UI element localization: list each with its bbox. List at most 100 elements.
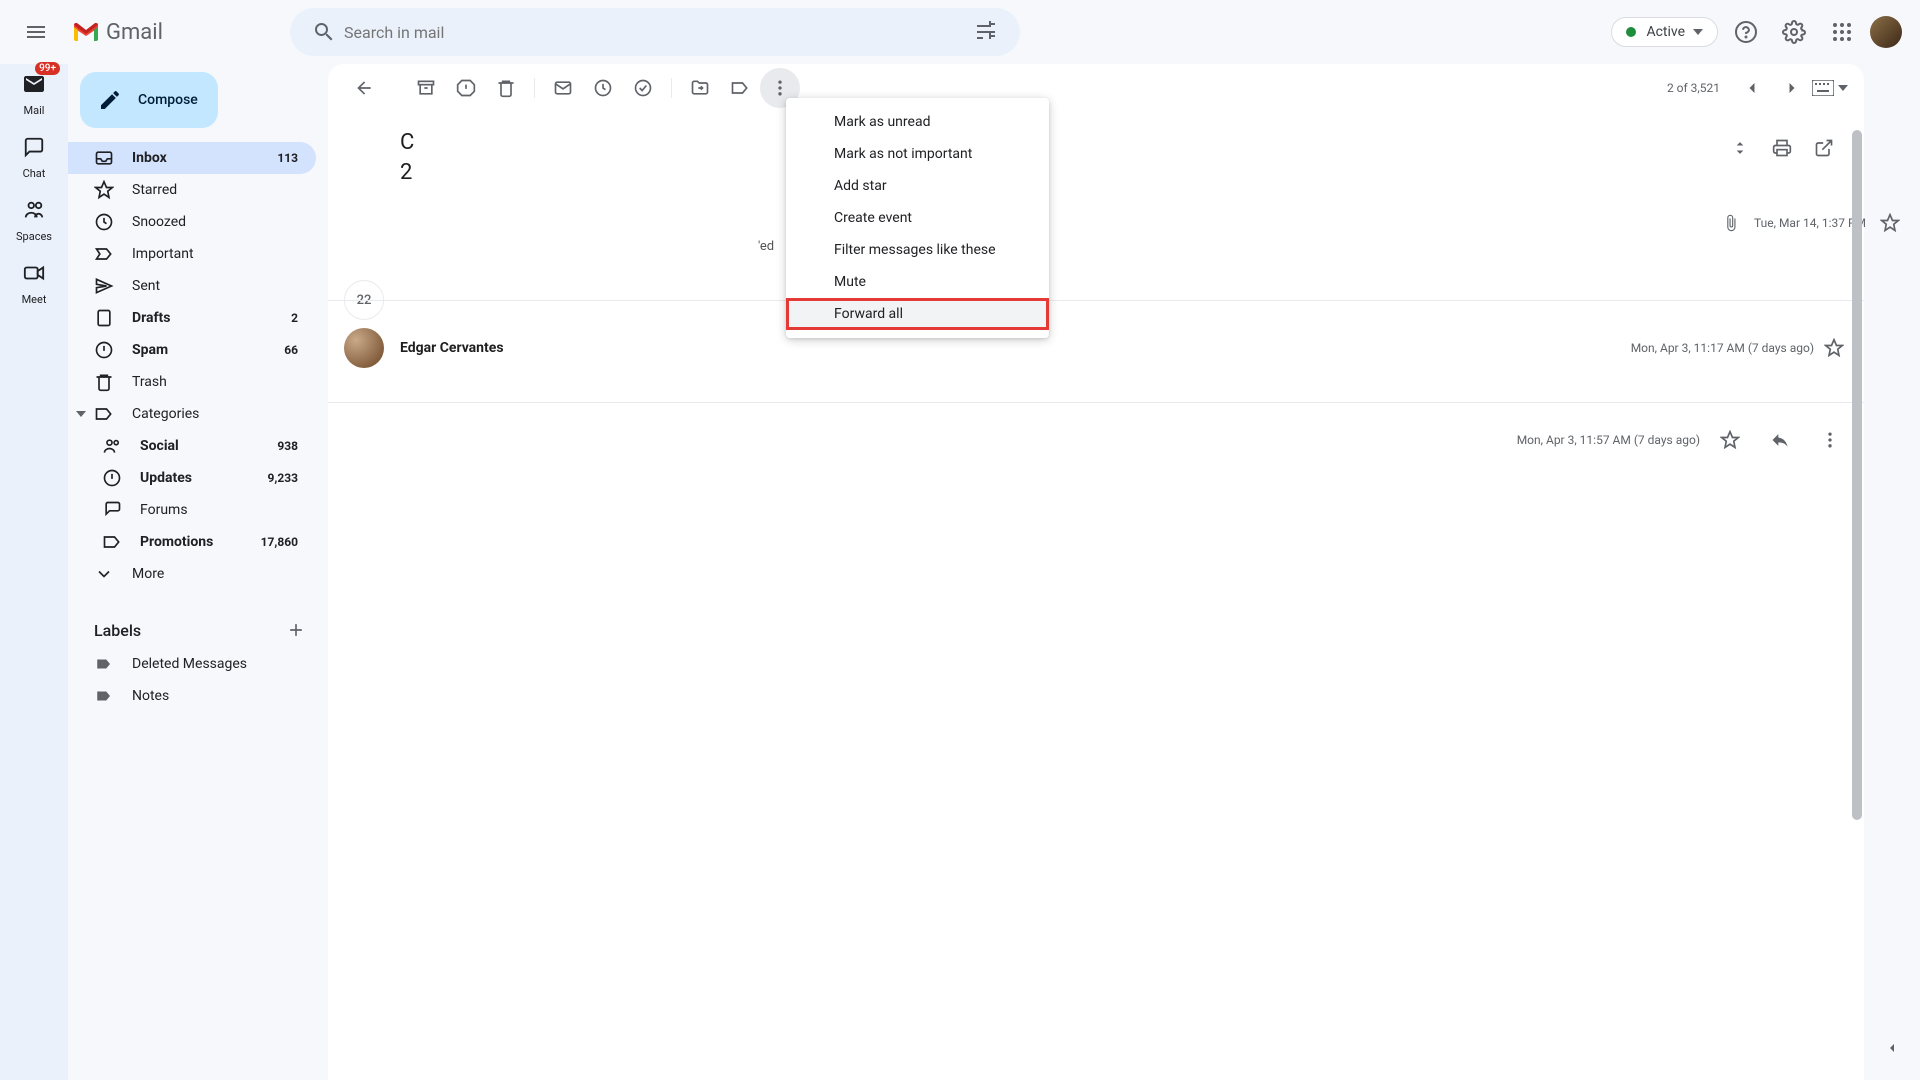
status-label: Active bbox=[1646, 24, 1685, 40]
rail-chat[interactable]: Chat bbox=[6, 131, 62, 180]
rail-mail[interactable]: 99+ Mail bbox=[6, 68, 62, 117]
menu-forward-all[interactable]: Forward all bbox=[786, 298, 1049, 330]
prev-button[interactable] bbox=[1732, 68, 1772, 108]
settings-button[interactable] bbox=[1774, 12, 1814, 52]
apps-grid-icon bbox=[1830, 20, 1854, 44]
gmail-logo-icon bbox=[72, 21, 100, 43]
chevron-left-icon bbox=[1742, 78, 1762, 98]
nav-important[interactable]: Important bbox=[68, 238, 316, 270]
search-icon[interactable] bbox=[304, 12, 344, 52]
status-pill[interactable]: Active bbox=[1611, 17, 1718, 47]
sender-name: Edgar Cervantes bbox=[400, 340, 504, 356]
more-vert-icon bbox=[770, 78, 790, 98]
sender-avatar bbox=[344, 328, 384, 368]
label-button[interactable] bbox=[720, 68, 760, 108]
report-spam-icon bbox=[456, 78, 476, 98]
chevron-right-icon bbox=[1782, 78, 1802, 98]
attachment-icon bbox=[1722, 214, 1740, 232]
archive-icon bbox=[416, 78, 436, 98]
nav-forums[interactable]: Forums bbox=[68, 494, 316, 526]
label-icon bbox=[730, 78, 750, 98]
side-panel-toggle[interactable] bbox=[1878, 1034, 1906, 1062]
labels-heading: Labels bbox=[94, 621, 141, 640]
star-button[interactable] bbox=[1710, 420, 1750, 460]
gmail-logo[interactable]: Gmail bbox=[72, 20, 290, 45]
gear-icon bbox=[1782, 20, 1806, 44]
input-tool-button[interactable] bbox=[1812, 80, 1848, 96]
apps-button[interactable] bbox=[1822, 12, 1862, 52]
scrollbar[interactable] bbox=[1852, 130, 1862, 820]
print-button[interactable] bbox=[1762, 128, 1802, 168]
nav-snoozed[interactable]: Snoozed bbox=[68, 206, 316, 238]
rail-meet[interactable]: Meet bbox=[6, 257, 62, 306]
message-row[interactable]: Edgar Cervantes Mon, Apr 3, 11:17 AM (7 … bbox=[344, 328, 1864, 368]
status-dot-icon bbox=[1626, 27, 1636, 37]
add-label-button[interactable] bbox=[280, 614, 312, 646]
move-folder-icon bbox=[690, 78, 710, 98]
search-bar[interactable] bbox=[290, 8, 1020, 56]
menu-mark-as-not-important[interactable]: Mark as not important bbox=[786, 138, 1049, 170]
spam-button[interactable] bbox=[446, 68, 486, 108]
nav-drafts[interactable]: Drafts2 bbox=[68, 302, 316, 334]
open-window-button[interactable] bbox=[1804, 128, 1844, 168]
add-task-button[interactable] bbox=[623, 68, 663, 108]
caret-down-icon bbox=[1693, 29, 1703, 35]
label-notes[interactable]: Notes bbox=[68, 680, 316, 712]
archive-button[interactable] bbox=[406, 68, 446, 108]
menu-mark-as-unread[interactable]: Mark as unread bbox=[786, 106, 1049, 138]
more-actions-menu: Mark as unreadMark as not importantAdd s… bbox=[786, 98, 1049, 338]
nav-spam[interactable]: Spam66 bbox=[68, 334, 316, 366]
nav-promotions[interactable]: Promotions17,860 bbox=[68, 526, 316, 558]
reply-icon bbox=[1770, 430, 1790, 450]
subject-text: Cxxxxxxxxxxxxxxxxxxxxxxxxxxxxxxxxxxxxxxx… bbox=[400, 128, 1720, 187]
move-button[interactable] bbox=[680, 68, 720, 108]
support-button[interactable] bbox=[1726, 12, 1766, 52]
nav-trash[interactable]: Trash bbox=[68, 366, 316, 398]
tune-icon bbox=[974, 20, 998, 44]
nav-social[interactable]: Social938 bbox=[68, 430, 316, 462]
chat-icon bbox=[23, 136, 45, 158]
search-options-button[interactable] bbox=[966, 12, 1006, 52]
keyboard-icon bbox=[1812, 80, 1834, 96]
nav-categories[interactable]: Categories bbox=[68, 398, 316, 430]
nav-updates[interactable]: Updates9,233 bbox=[68, 462, 316, 494]
search-input[interactable] bbox=[344, 23, 966, 42]
mail-badge: 99+ bbox=[35, 62, 60, 75]
reply-button[interactable] bbox=[1760, 420, 1800, 460]
help-icon bbox=[1734, 20, 1758, 44]
snooze-button[interactable] bbox=[583, 68, 623, 108]
nav-starred[interactable]: Starred bbox=[68, 174, 316, 206]
menu-create-event[interactable]: Create event bbox=[786, 202, 1049, 234]
gmail-brand-text: Gmail bbox=[106, 20, 163, 45]
trash-icon bbox=[496, 78, 516, 98]
open-new-icon bbox=[1814, 138, 1834, 158]
chevron-left-icon bbox=[1884, 1040, 1900, 1056]
print-icon bbox=[1772, 138, 1792, 158]
mark-unread-button[interactable] bbox=[543, 68, 583, 108]
rail-spaces[interactable]: Spaces bbox=[6, 194, 62, 243]
clock-icon bbox=[593, 78, 613, 98]
label-deleted-messages[interactable]: Deleted Messages bbox=[68, 648, 316, 680]
menu-mute[interactable]: Mute bbox=[786, 266, 1049, 298]
menu-filter-messages-like-these[interactable]: Filter messages like these bbox=[786, 234, 1049, 266]
mail-icon bbox=[22, 72, 46, 96]
account-avatar[interactable] bbox=[1870, 16, 1902, 48]
next-button[interactable] bbox=[1772, 68, 1812, 108]
nav-sent[interactable]: Sent bbox=[68, 270, 316, 302]
more-vert-icon bbox=[1820, 430, 1840, 450]
delete-button[interactable] bbox=[486, 68, 526, 108]
star-outline-icon[interactable] bbox=[1824, 338, 1844, 358]
plus-icon bbox=[286, 620, 306, 640]
compose-button[interactable]: Compose bbox=[80, 72, 218, 128]
msg-more-button[interactable] bbox=[1810, 420, 1850, 460]
nav-inbox[interactable]: Inbox113 bbox=[68, 142, 316, 174]
menu-add-star[interactable]: Add star bbox=[786, 170, 1049, 202]
back-button[interactable] bbox=[344, 68, 384, 108]
nav-more[interactable]: More bbox=[68, 558, 316, 590]
msg1-date: Tue, Mar 14, 1:37 PM bbox=[1754, 216, 1866, 230]
msg3-date: Mon, Apr 3, 11:57 AM (7 days ago) bbox=[1517, 433, 1700, 447]
expand-collapse-button[interactable] bbox=[1720, 128, 1760, 168]
arrow-left-icon bbox=[354, 78, 374, 98]
msg2-date: Mon, Apr 3, 11:17 AM (7 days ago) bbox=[1631, 341, 1814, 355]
main-menu-button[interactable] bbox=[12, 8, 60, 56]
